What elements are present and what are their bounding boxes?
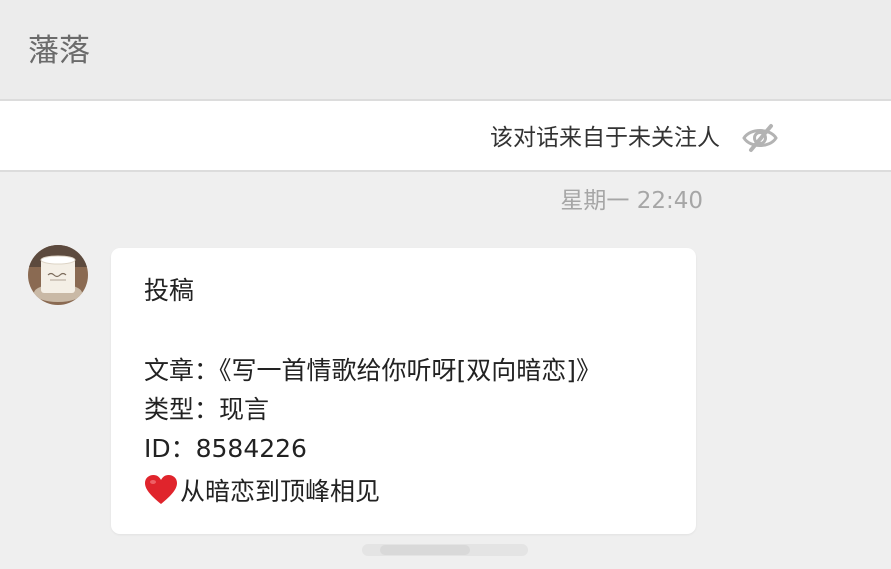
header-bar: 藩落 [0,0,891,101]
message-line-title: 投稿 [144,276,195,305]
message-line-article: 文章：《写一首情歌给你听呀[双向暗恋]》 [144,356,602,385]
message-bubble[interactable]: 投稿 文章：《写一首情歌给你听呀[双向暗恋]》 类型：现言 ID：8584226… [111,248,696,534]
message-line-type: 类型：现言 [144,395,270,424]
message-line-tagline: 从暗恋到顶峰相见 [144,474,380,508]
tagline-text: 从暗恋到顶峰相见 [180,477,381,506]
message-timestamp: 星期一 22:40 [560,188,703,214]
eye-slash-icon[interactable] [741,121,779,155]
chat-window: 藩落 该对话来自于未关注人 星期一 22:40 投稿 文章：《写一首情歌给你听呀… [0,0,891,569]
heart-icon [144,474,178,506]
conversation-title: 藩落 [28,33,90,69]
sender-avatar[interactable] [28,245,88,305]
message-line-id: ID：8584226 [144,434,307,463]
stranger-notice-text: 该对话来自于未关注人 [490,125,720,151]
scroll-indicator [360,540,530,560]
